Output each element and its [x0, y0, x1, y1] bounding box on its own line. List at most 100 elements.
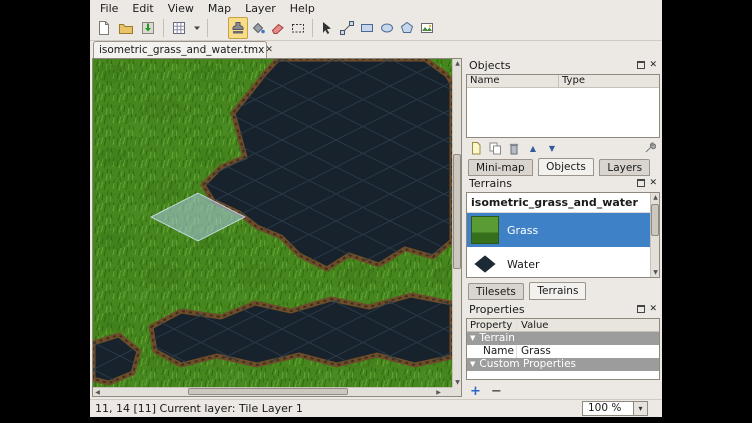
- column-value[interactable]: Value: [517, 319, 659, 331]
- raise-object-button[interactable]: ▲: [525, 141, 541, 156]
- objects-columns-header: Name Type: [467, 75, 659, 88]
- insert-ellipse-button[interactable]: [377, 17, 397, 39]
- scroll-up-icon[interactable]: ▲: [453, 59, 462, 68]
- grid-options-dropdown-button[interactable]: [190, 17, 203, 39]
- document-tab-label: isometric_grass_and_water.tmx: [99, 44, 264, 56]
- canvas-vertical-scrollbar[interactable]: ▲ ▼: [452, 59, 461, 387]
- float-panel-icon[interactable]: [637, 305, 645, 313]
- trash-icon: [508, 142, 520, 155]
- tab-layers[interactable]: Layers: [599, 159, 650, 176]
- new-map-button[interactable]: [93, 17, 115, 39]
- eraser-icon: [270, 20, 286, 36]
- property-row-name[interactable]: Name Grass: [467, 345, 659, 358]
- terrain-label: Water: [507, 258, 540, 271]
- menu-layer[interactable]: Layer: [238, 1, 283, 16]
- edit-polygons-button[interactable]: [337, 17, 357, 39]
- open-button[interactable]: [115, 17, 137, 39]
- remove-object-button[interactable]: [506, 141, 522, 156]
- scroll-down-icon[interactable]: ▼: [651, 268, 660, 277]
- float-panel-icon[interactable]: [637, 61, 645, 69]
- rectangular-select-button[interactable]: [288, 17, 308, 39]
- object-properties-button[interactable]: [642, 141, 658, 156]
- column-type[interactable]: Type: [559, 75, 659, 87]
- select-object-button[interactable]: [317, 17, 337, 39]
- new-object-button[interactable]: [468, 141, 484, 156]
- grid-icon: [171, 20, 187, 36]
- property-group-custom[interactable]: ▼ Custom Properties: [467, 358, 659, 371]
- horizontal-scroll-thumb[interactable]: [188, 388, 348, 395]
- float-panel-icon[interactable]: [637, 179, 645, 187]
- column-property[interactable]: Property: [467, 319, 517, 331]
- terrains-list: isometric_grass_and_water Grass Water ▲ …: [466, 192, 660, 278]
- save-icon: [140, 20, 156, 36]
- scroll-left-icon[interactable]: ◀: [93, 388, 102, 397]
- insert-polygon-button[interactable]: [397, 17, 417, 39]
- tab-close-icon[interactable]: ✕: [264, 45, 274, 55]
- map-canvas[interactable]: [93, 59, 452, 388]
- rect-select-icon: [290, 20, 306, 36]
- scroll-up-icon[interactable]: ▲: [651, 193, 660, 202]
- properties-panel-title: Properties: [469, 303, 525, 316]
- zoom-value[interactable]: 100 %: [583, 402, 633, 415]
- close-panel-icon[interactable]: ✕: [649, 60, 657, 70]
- column-name[interactable]: Name: [467, 75, 559, 87]
- terrains-panel-header: Terrains ✕: [466, 176, 660, 190]
- status-message: 11, 14 [11] Current layer: Tile Layer 1: [95, 402, 303, 415]
- vertical-scroll-thumb[interactable]: [453, 154, 461, 269]
- bucket-fill-button[interactable]: [248, 17, 268, 39]
- new-file-icon: [96, 20, 112, 36]
- menu-edit[interactable]: Edit: [125, 1, 160, 16]
- insert-rectangle-button[interactable]: [357, 17, 377, 39]
- new-doc-icon: [470, 142, 482, 155]
- menu-view[interactable]: View: [161, 1, 201, 16]
- lower-object-button[interactable]: ▼: [544, 141, 560, 156]
- property-name: Name: [467, 345, 517, 358]
- add-property-button[interactable]: +: [470, 384, 481, 399]
- tab-tilesets[interactable]: Tilesets: [468, 283, 524, 300]
- right-dock: Objects ✕ Name Type ▲ ▼ Mini-map Objects…: [466, 58, 660, 397]
- objects-panel-header: Objects ✕: [466, 58, 660, 72]
- cursor-icon: [319, 20, 335, 36]
- scroll-down-icon[interactable]: ▼: [453, 378, 462, 387]
- grid-view-button[interactable]: [168, 17, 190, 39]
- canvas-horizontal-scrollbar[interactable]: ◀ ▶: [93, 387, 452, 396]
- duplicate-object-button[interactable]: [487, 141, 503, 156]
- terrains-panel-title: Terrains: [469, 177, 512, 190]
- tab-minimap[interactable]: Mini-map: [468, 159, 533, 176]
- menu-help[interactable]: Help: [283, 1, 322, 16]
- insert-ellipse-icon: [379, 20, 395, 36]
- remove-property-button[interactable]: −: [491, 384, 502, 399]
- tab-terrains[interactable]: Terrains: [529, 282, 586, 300]
- properties-toolbar: + −: [470, 384, 502, 398]
- property-group-terrain[interactable]: ▼ Terrain: [467, 332, 659, 345]
- stamp-brush-button[interactable]: [228, 17, 248, 39]
- terrain-item-grass[interactable]: Grass: [467, 213, 659, 247]
- document-tab-bar: isometric_grass_and_water.tmx ✕: [90, 41, 662, 58]
- zoom-combo[interactable]: 100 % ▾: [582, 401, 648, 416]
- group-label: Custom Properties: [479, 358, 576, 371]
- water-tile-thumbnail: [471, 250, 499, 278]
- menu-file[interactable]: File: [93, 1, 125, 16]
- copy-icon: [489, 142, 502, 155]
- close-panel-icon[interactable]: ✕: [649, 178, 657, 188]
- objects-panel-title: Objects: [469, 59, 511, 72]
- terrain-item-water[interactable]: Water: [467, 247, 659, 278]
- scroll-right-icon[interactable]: ▶: [434, 388, 443, 397]
- toolbar-separator: [207, 19, 208, 37]
- close-panel-icon[interactable]: ✕: [649, 304, 657, 314]
- property-value[interactable]: Grass: [517, 345, 659, 358]
- eraser-button[interactable]: [268, 17, 288, 39]
- zoom-dropdown-icon[interactable]: ▾: [633, 402, 647, 415]
- main-toolbar: [90, 16, 662, 41]
- terrains-scroll-thumb[interactable]: [651, 204, 659, 236]
- menu-map[interactable]: Map: [201, 1, 238, 16]
- document-tab[interactable]: isometric_grass_and_water.tmx ✕: [93, 41, 267, 58]
- collapse-arrow-icon[interactable]: ▼: [470, 332, 475, 345]
- objects-list[interactable]: Name Type: [466, 74, 660, 138]
- save-button[interactable]: [137, 17, 159, 39]
- insert-tile-button[interactable]: [417, 17, 437, 39]
- collapse-arrow-icon[interactable]: ▼: [470, 358, 475, 371]
- bucket-fill-icon: [250, 20, 266, 36]
- terrains-scrollbar[interactable]: ▲ ▼: [650, 193, 659, 277]
- tab-objects[interactable]: Objects: [538, 158, 594, 176]
